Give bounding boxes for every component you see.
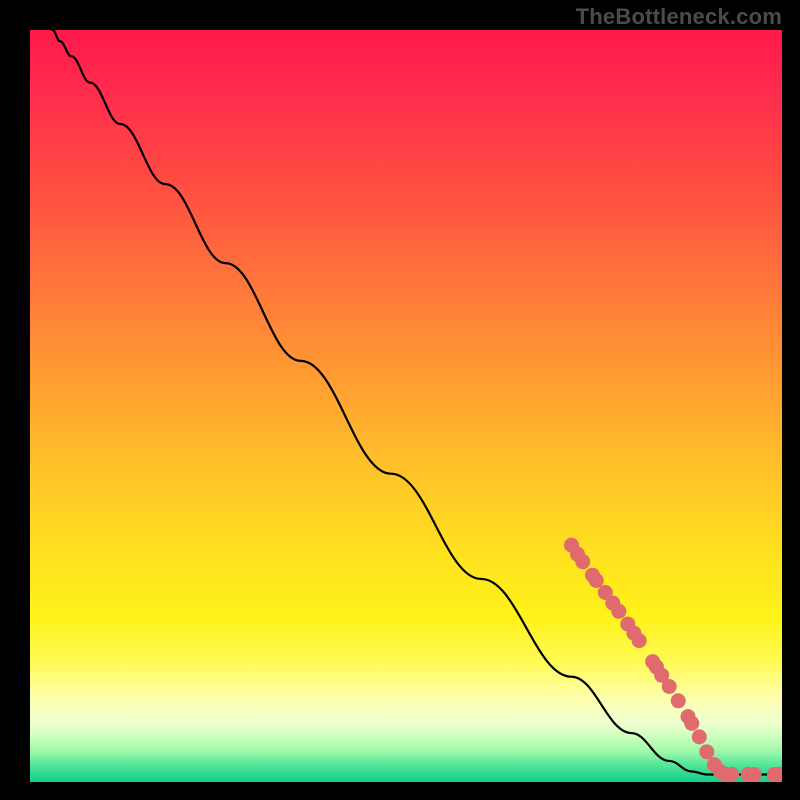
curve-line: [53, 30, 782, 774]
data-point: [662, 679, 677, 694]
data-point: [589, 573, 604, 588]
watermark-text: TheBottleneck.com: [576, 4, 782, 30]
data-point: [632, 633, 647, 648]
chart-frame: TheBottleneck.com: [0, 0, 800, 800]
data-point: [671, 693, 686, 708]
plot-area: [30, 30, 782, 782]
data-point: [611, 604, 626, 619]
data-point: [724, 767, 739, 782]
data-point: [747, 767, 762, 782]
data-point: [684, 716, 699, 731]
data-point: [699, 744, 714, 759]
chart-svg: [30, 30, 782, 782]
data-point: [692, 729, 707, 744]
data-point: [575, 554, 590, 569]
points-group: [564, 538, 782, 782]
